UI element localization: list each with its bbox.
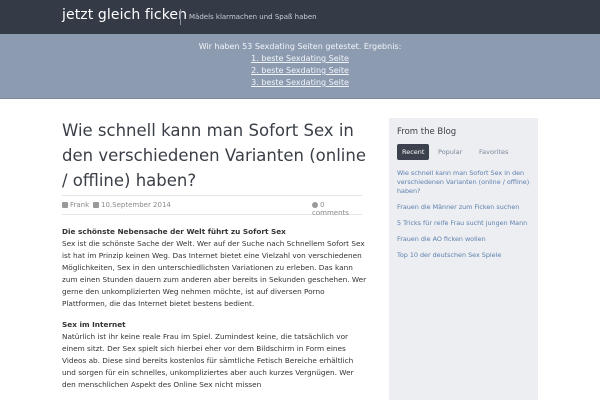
calendar-icon bbox=[93, 202, 99, 208]
recent-posts-list: Wie schnell kann man Sofort Sex in den v… bbox=[397, 169, 535, 267]
promo-link-1[interactable]: 1. beste Sexdating Seite bbox=[0, 53, 600, 65]
recent-post-link[interactable]: Frauen die Männer zum Ficken suchen bbox=[397, 203, 535, 212]
promo-banner: Wir haben 53 Sexdating Seiten getestet. … bbox=[0, 34, 600, 99]
widget-title: From the Blog bbox=[397, 127, 457, 137]
section-heading: Sex im Internet bbox=[62, 320, 126, 329]
post-article: Wie schnell kann man Sofort Sex in den v… bbox=[62, 118, 368, 389]
tab-popular[interactable]: Popular bbox=[433, 144, 467, 160]
user-icon bbox=[62, 202, 68, 208]
tab-favorites[interactable]: Favorites bbox=[474, 144, 513, 160]
promo-intro: Wir haben 53 Sexdating Seiten getestet. … bbox=[198, 42, 402, 51]
comment-icon bbox=[312, 202, 318, 208]
post-comments-link[interactable]: 0 comments bbox=[312, 201, 362, 217]
post-section: Die schönste Nebensache der Welt führt z… bbox=[62, 226, 368, 310]
title-divider bbox=[180, 9, 181, 25]
author-name: Frank bbox=[70, 201, 90, 209]
tab-recent[interactable]: Recent bbox=[397, 144, 430, 160]
promo-link-2[interactable]: 2. beste Sexdating Seite bbox=[0, 65, 600, 77]
recent-post-link[interactable]: Wie schnell kann man Sofort Sex in den v… bbox=[397, 169, 535, 196]
recent-post-link[interactable]: Frauen die AO ficken wollen bbox=[397, 235, 535, 244]
site-title-link[interactable]: jetzt gleich ficken bbox=[62, 7, 187, 23]
recent-post-link[interactable]: Top 10 der deutschen Sex Spiele bbox=[397, 251, 535, 260]
section-text: Natürlich ist ihr keine reale Frau im Sp… bbox=[62, 332, 354, 389]
post-section: Sex im Internet Natürlich ist ihr keine … bbox=[62, 319, 368, 391]
sidebar-widget: From the Blog Recent Popular Favorites W… bbox=[389, 118, 538, 400]
site-tagline: Mädels klarmachen und Spaß haben bbox=[189, 13, 317, 21]
post-meta: Frank 10.September 2014 0 comments bbox=[62, 195, 362, 217]
site-header: jetzt gleich ficken Mädels klarmachen un… bbox=[0, 0, 600, 34]
section-text: Sex ist die schönste Sache der Welt. Wer… bbox=[62, 239, 367, 308]
date-text: 10.September 2014 bbox=[101, 201, 171, 209]
post-title[interactable]: Wie schnell kann man Sofort Sex in den v… bbox=[62, 118, 372, 193]
post-author[interactable]: Frank bbox=[62, 201, 89, 209]
section-heading: Die schönste Nebensache der Welt führt z… bbox=[62, 227, 286, 236]
promo-link-3[interactable]: 3. beste Sexdating Seite bbox=[0, 77, 600, 89]
post-body: Die schönste Nebensache der Welt führt z… bbox=[62, 226, 368, 400]
post-date: 10.September 2014 bbox=[93, 201, 171, 209]
recent-post-link[interactable]: 5 Tricks für reife Frau sucht jungen Man… bbox=[397, 219, 535, 228]
